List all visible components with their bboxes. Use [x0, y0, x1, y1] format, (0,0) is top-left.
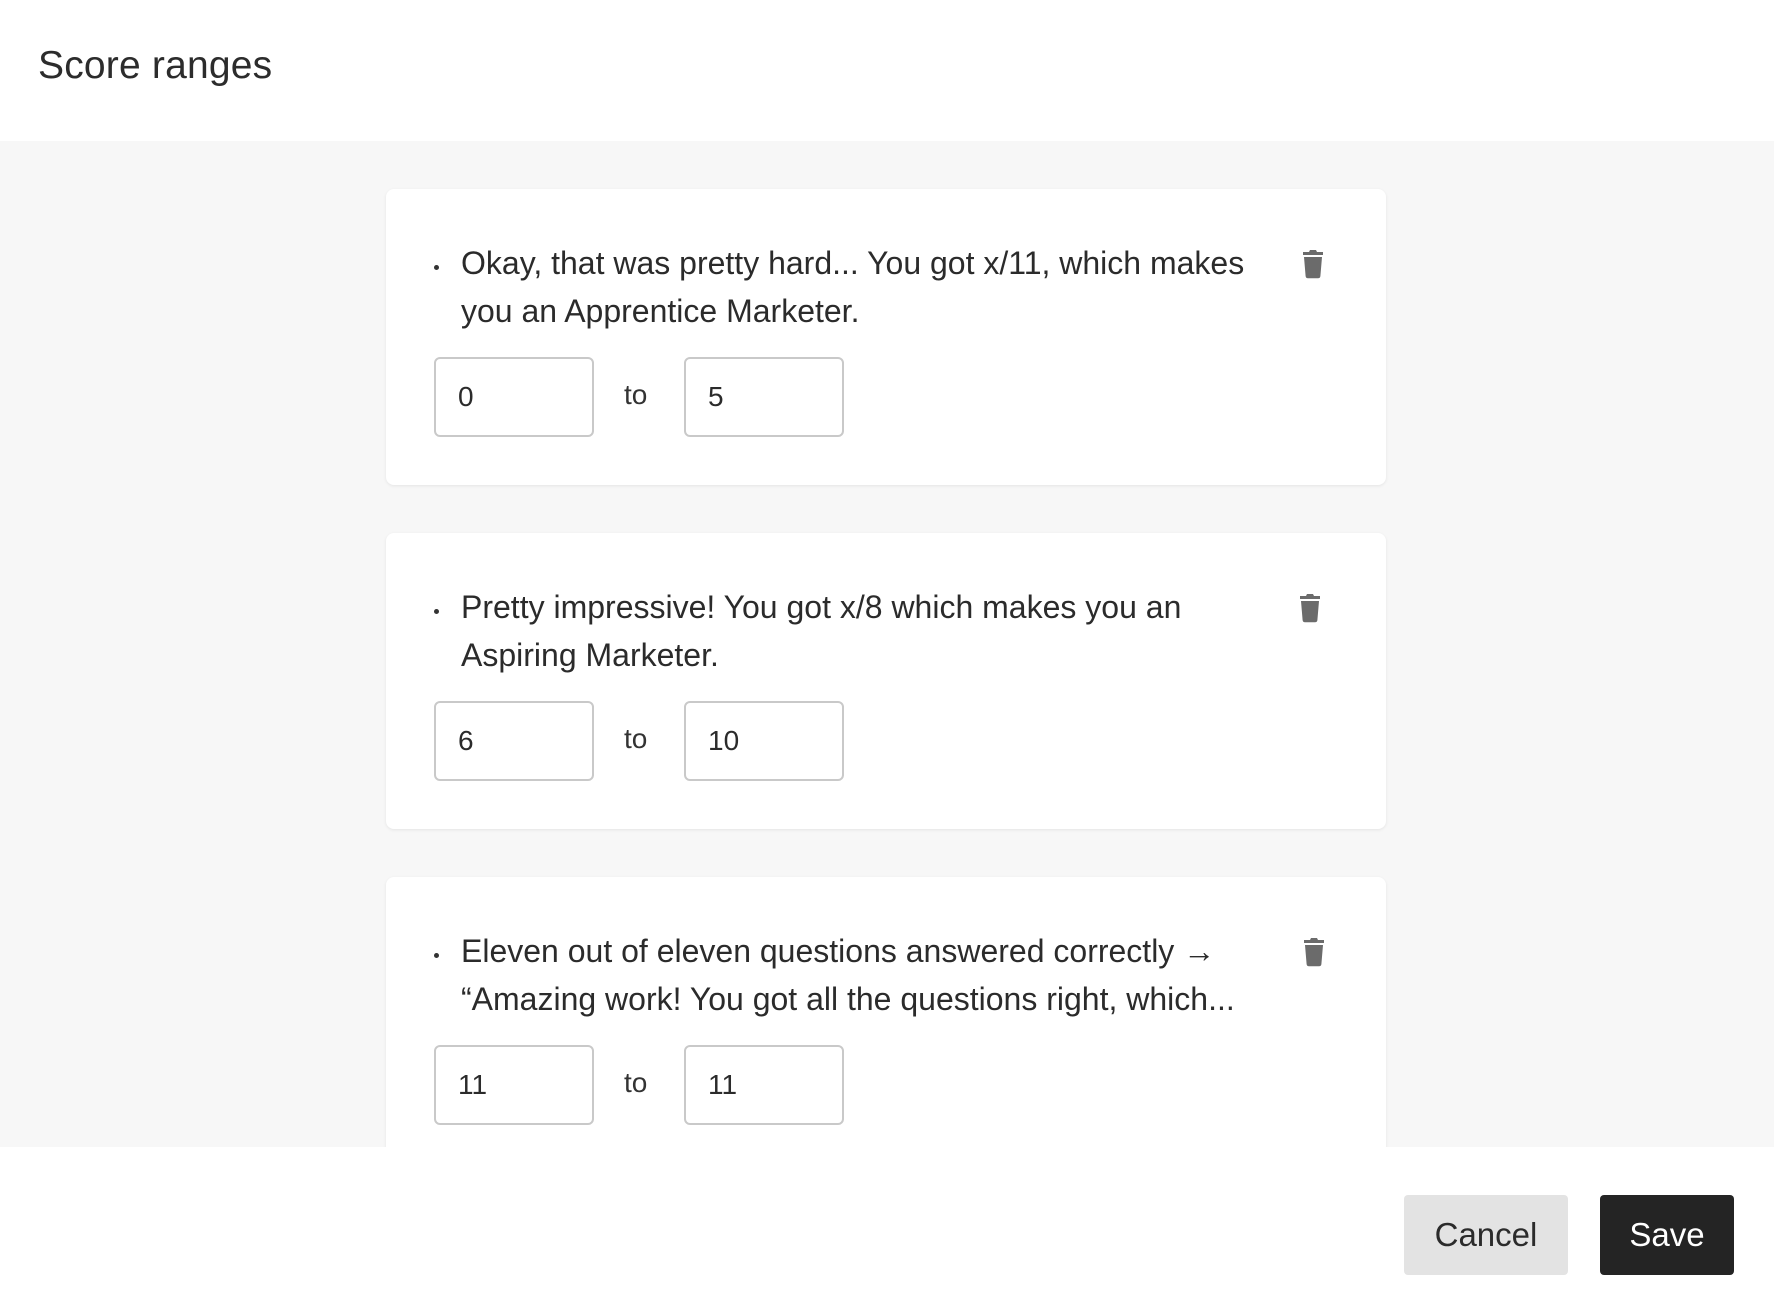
- score-ranges-list[interactable]: Okay, that was pretty hard... You got x/…: [0, 141, 1774, 1147]
- trash-icon[interactable]: [1302, 937, 1326, 967]
- range-message: Okay, that was pretty hard... You got x/…: [461, 245, 1245, 329]
- score-range-card: Eleven out of eleven questions answered …: [386, 877, 1386, 1147]
- range-from-input[interactable]: [434, 1045, 594, 1125]
- range-separator: to: [624, 379, 648, 410]
- dialog-footer: Cancel Save: [0, 1147, 1774, 1314]
- range-separator: to: [624, 1067, 648, 1098]
- range-inputs: to: [434, 357, 934, 437]
- range-inputs: to: [434, 701, 934, 781]
- save-button[interactable]: Save: [1600, 1195, 1734, 1275]
- bullet: [432, 239, 444, 287]
- score-range-card: Pretty impressive! You got x/8 which mak…: [386, 533, 1386, 829]
- range-inputs: to: [434, 1045, 934, 1125]
- range-message: Pretty impressive! You got x/8 which mak…: [461, 589, 1182, 673]
- range-separator: to: [624, 723, 648, 754]
- trash-icon[interactable]: [1301, 249, 1325, 279]
- page-title: Score ranges: [38, 44, 273, 87]
- range-from-input[interactable]: [434, 701, 594, 781]
- range-to-input[interactable]: [684, 357, 844, 437]
- range-from-input[interactable]: [434, 357, 594, 437]
- range-message: Eleven out of eleven questions answered …: [461, 933, 1235, 1017]
- range-to-input[interactable]: [684, 1045, 844, 1125]
- score-range-card: Okay, that was pretty hard... You got x/…: [386, 189, 1386, 485]
- range-to-input[interactable]: [684, 701, 844, 781]
- dialog-header: Score ranges: [0, 0, 1774, 141]
- bullet: [432, 927, 444, 975]
- cancel-button[interactable]: Cancel: [1404, 1195, 1568, 1275]
- bullet: [432, 583, 444, 631]
- trash-icon[interactable]: [1298, 593, 1322, 623]
